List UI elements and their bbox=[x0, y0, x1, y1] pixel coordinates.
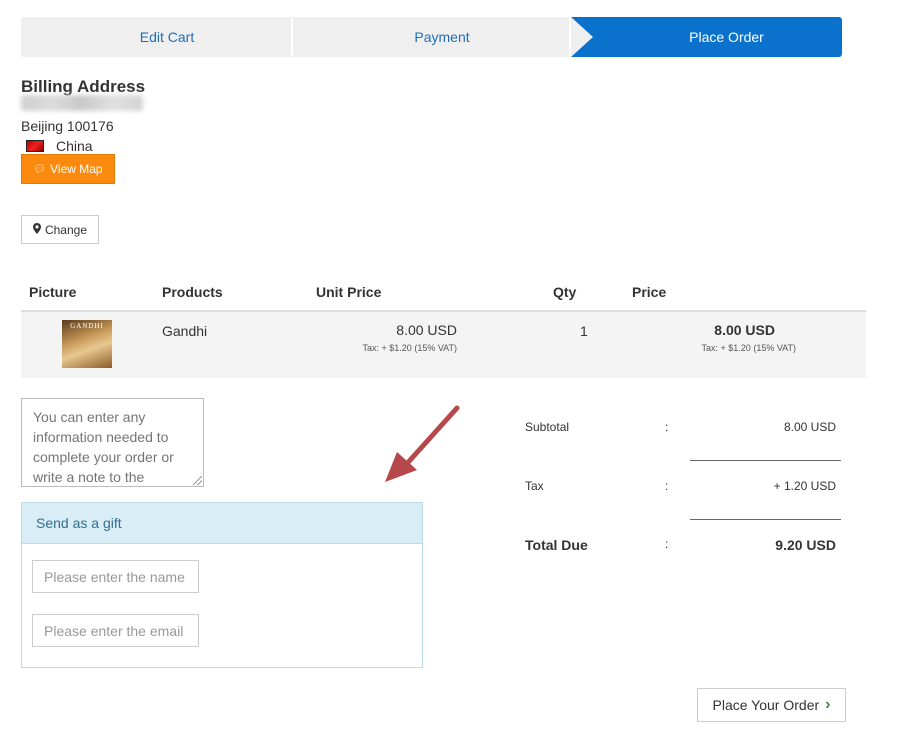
gift-panel: Send as a gift bbox=[21, 502, 423, 668]
step-payment[interactable]: Payment bbox=[313, 17, 571, 57]
col-header-qty: Qty bbox=[553, 284, 577, 300]
billing-city: Beijing 100176 bbox=[21, 118, 114, 134]
chevron-right-icon: › bbox=[825, 696, 831, 713]
tax-colon: : bbox=[665, 479, 669, 493]
step-edit-cart-label: Edit Cart bbox=[139, 29, 195, 45]
subtotal-label: Subtotal bbox=[525, 420, 570, 434]
step-divider bbox=[293, 17, 315, 57]
step-place-order-label: Place Order bbox=[689, 29, 764, 45]
product-thumbnail[interactable]: GANDHI bbox=[62, 320, 112, 368]
view-map-button[interactable]: 💬︎ View Map bbox=[21, 154, 115, 184]
annotation-arrow-icon bbox=[385, 405, 460, 482]
billing-country: China bbox=[56, 138, 93, 154]
map-marker-icon bbox=[32, 222, 41, 237]
tax-value: + 1.20 USD bbox=[773, 479, 836, 493]
total-due-label: Total Due bbox=[525, 537, 588, 553]
price-tax: Tax: + $1.20 (15% VAT) bbox=[701, 343, 796, 353]
tax-label: Tax bbox=[525, 479, 544, 493]
step-divider bbox=[571, 17, 593, 57]
unit-price-tax: Tax: + $1.20 (15% VAT) bbox=[362, 343, 457, 353]
gift-name-input[interactable] bbox=[32, 560, 199, 593]
total-due-colon: : bbox=[665, 537, 669, 551]
price-value: 8.00 USD bbox=[714, 322, 775, 338]
subtotal-divider bbox=[690, 460, 841, 461]
gift-email-input[interactable] bbox=[32, 614, 199, 647]
order-note-textarea[interactable] bbox=[21, 398, 204, 487]
street-address-redacted bbox=[21, 95, 143, 111]
change-address-button[interactable]: Change bbox=[21, 215, 99, 244]
product-name: Gandhi bbox=[162, 323, 208, 339]
subtotal-colon: : bbox=[665, 420, 669, 434]
col-header-unit-price: Unit Price bbox=[316, 284, 382, 300]
step-place-order[interactable]: Place Order bbox=[571, 17, 842, 57]
resize-handle[interactable] bbox=[193, 476, 202, 485]
unit-price-value: 8.00 USD bbox=[396, 322, 457, 338]
place-order-label: Place Your Order bbox=[712, 697, 820, 713]
comment-icon: 💬︎ bbox=[33, 163, 47, 175]
place-order-button[interactable]: Place Your Order › bbox=[697, 688, 846, 722]
quantity-value: 1 bbox=[580, 323, 588, 339]
billing-address-title: Billing Address bbox=[21, 77, 146, 96]
thumbnail-title: GANDHI bbox=[70, 322, 104, 330]
change-label: Change bbox=[44, 222, 88, 237]
gift-panel-title[interactable]: Send as a gift bbox=[22, 503, 422, 544]
checkout-steps: Edit Cart Payment Place Order bbox=[21, 17, 842, 57]
col-header-picture: Picture bbox=[29, 284, 77, 300]
tax-divider bbox=[690, 519, 841, 520]
col-header-products: Products bbox=[162, 284, 223, 300]
total-due-value: 9.20 USD bbox=[775, 537, 836, 553]
col-header-price: Price bbox=[632, 284, 667, 300]
subtotal-value: 8.00 USD bbox=[783, 420, 836, 434]
china-flag-icon bbox=[26, 140, 44, 152]
step-edit-cart[interactable]: Edit Cart bbox=[21, 17, 313, 57]
view-map-label: View Map bbox=[50, 162, 103, 176]
step-payment-label: Payment bbox=[414, 29, 470, 45]
